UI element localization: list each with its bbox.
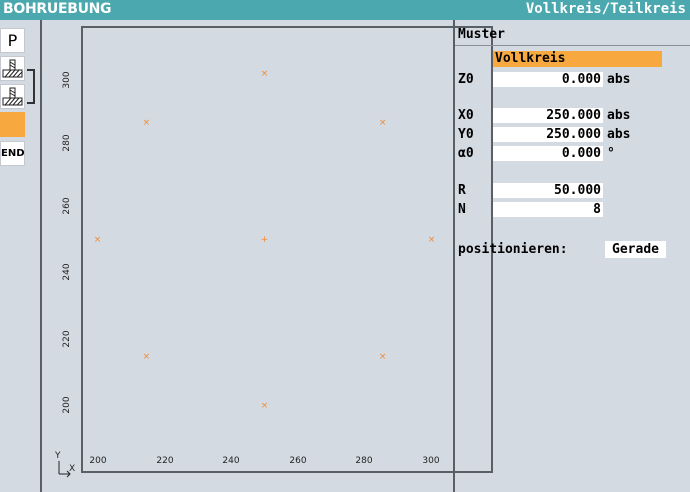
drilling-step-2-button[interactable] (0, 84, 25, 109)
param-label: X0 (458, 108, 474, 123)
x-tick-label: 200 (89, 456, 107, 466)
param-label: Z0 (458, 72, 474, 87)
param-row-r: R 50.000 (455, 183, 690, 199)
y0-input[interactable]: 250.000 (493, 127, 603, 142)
x0-unit[interactable]: abs (607, 108, 630, 124)
param-row-y0: Y0 250.000 abs (455, 127, 690, 143)
hole-marker: × (260, 401, 269, 411)
y-tick-label: 240 (62, 263, 72, 281)
pattern-select[interactable]: Vollkreis (493, 51, 662, 67)
param-row-z0: Z0 0.000 abs (455, 72, 690, 88)
end-button[interactable]: END (0, 141, 25, 166)
param-label: α0 (458, 146, 474, 161)
parameter-panel: Muster Vollkreis Z0 0.000 abs X0 250.000… (455, 20, 690, 492)
hole-marker: × (260, 69, 269, 79)
x-tick-label: 240 (222, 456, 240, 466)
hole-marker: × (142, 352, 151, 363)
param-label: Y0 (458, 127, 474, 142)
x-tick-label: 220 (156, 456, 174, 466)
alpha0-input[interactable]: 0.000 (493, 146, 603, 161)
alpha0-unit: ° (607, 146, 615, 161)
z0-input[interactable]: 0.000 (493, 72, 603, 87)
center-marker: + (260, 235, 269, 245)
hole-marker: × (93, 235, 102, 245)
param-row-n: N 8 (455, 202, 690, 218)
y-tick-label: 260 (62, 197, 72, 215)
program-label: P (7, 31, 18, 50)
y-tick-label: 200 (62, 396, 72, 414)
hole-marker: × (378, 352, 387, 363)
x-tick-label: 260 (289, 456, 307, 466)
z0-unit[interactable]: abs (607, 72, 630, 88)
positioning-label: positionieren: (458, 242, 568, 257)
x-axis-label: X (69, 464, 76, 474)
param-label: N (458, 202, 466, 217)
param-label: R (458, 183, 466, 198)
positioning-select[interactable]: Gerade (605, 241, 666, 258)
program-button[interactable]: P (0, 28, 25, 53)
param-row-alpha0: α0 0.000 ° (455, 146, 690, 162)
hole-marker: × (378, 117, 387, 128)
graphic-view: 300 280 260 240 220 200 200 220 240 260 … (44, 20, 493, 492)
step-group-bracket (27, 69, 35, 104)
drilling-icon (2, 59, 23, 78)
count-input[interactable]: 8 (493, 202, 603, 217)
drilling-step-1-button[interactable] (0, 56, 25, 81)
mode-title: Vollkreis/Teilkreis (525, 1, 686, 17)
y0-unit[interactable]: abs (607, 127, 630, 143)
radius-input[interactable]: 50.000 (493, 183, 603, 198)
y-tick-label: 220 (62, 330, 72, 348)
hole-marker: × (427, 235, 436, 245)
active-pattern-step-button[interactable] (0, 112, 25, 137)
x0-input[interactable]: 250.000 (493, 108, 603, 123)
hole-marker: × (142, 117, 151, 128)
param-row-x0: X0 250.000 abs (455, 108, 690, 124)
title-bar: BOHRUEBUNG Vollkreis/Teilkreis (0, 0, 690, 20)
y-tick-label: 300 (62, 71, 72, 89)
plot-area (81, 26, 493, 473)
drilling-icon (2, 87, 23, 106)
left-softkey-bar: P END (0, 20, 42, 492)
x-tick-label: 280 (355, 456, 373, 466)
panel-heading: Muster (455, 24, 690, 46)
end-label: END (1, 148, 25, 159)
y-axis-label: Y (55, 451, 61, 461)
app-title: BOHRUEBUNG (3, 1, 112, 17)
x-tick-label: 300 (422, 456, 440, 466)
y-tick-label: 280 (62, 134, 72, 152)
